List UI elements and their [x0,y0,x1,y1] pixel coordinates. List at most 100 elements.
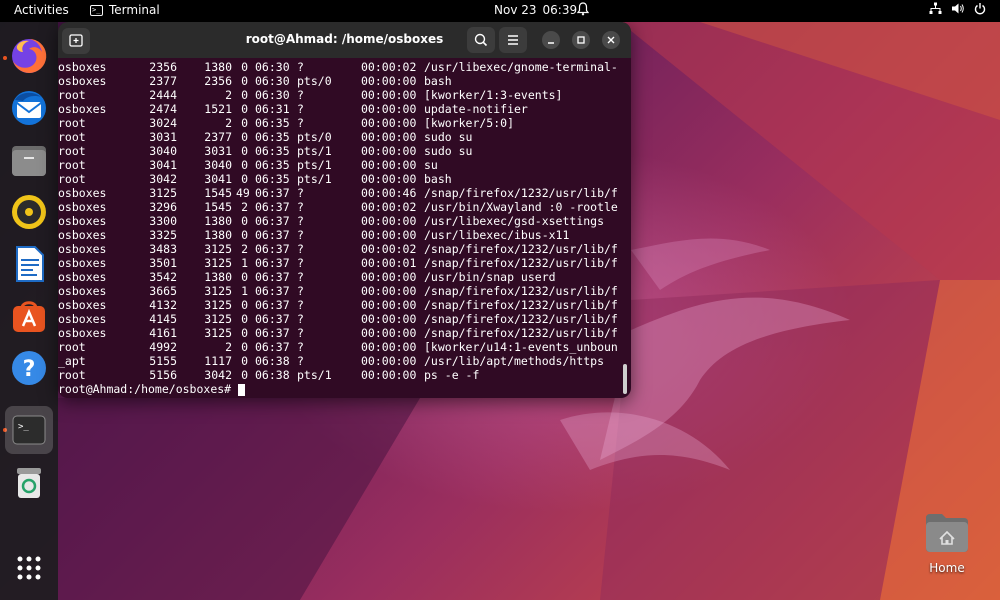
process-row: root 3031 2377 0 06:35 pts/0 00:00:00 sudo su [58,130,631,144]
app-menu-button[interactable]: >_ Terminal [90,3,160,17]
row-ppid: 3031 [204,144,232,158]
dock-software[interactable] [9,296,49,336]
home-folder-icon [926,514,968,552]
row-uid: _apt [58,354,86,368]
row-stime: 06:30 [255,88,290,102]
row-cpu: 0 [241,158,248,172]
row-cpu: 2 [241,200,248,214]
prompt-line[interactable]: root@Ahmad:/home/osboxes# [58,382,631,396]
search-icon [474,33,488,47]
terminal-titlebar[interactable]: root@Ahmad: /home/osboxes [58,22,631,58]
process-row: osboxes 3125 1545 49 06:37? 00:00:46/snap/fir… [58,186,631,200]
row-stime: 06:30 [255,74,290,88]
dock-firefox[interactable] [9,36,49,76]
row-cpu: 0 [241,354,248,368]
row-ppid: 1380 [204,60,232,74]
process-row: _apt 5155 1117 0 06:38? 00:00:00/usr/lib/apt/… [58,354,631,368]
row-stime: 06:37 [255,340,290,354]
dock-thunderbird[interactable] [9,88,49,128]
dock-trash[interactable] [9,462,49,502]
row-tty: ? [297,256,304,270]
row-time: 00:00:00 [361,144,417,158]
dock-help[interactable]: ? [9,348,49,388]
row-tty: pts/0 [297,130,332,144]
terminal-output[interactable]: osboxes 2356 1380 0 06:30? 00:00:02/usr/libex… [58,58,631,398]
row-ppid: 1545 [204,186,232,200]
row-time: 00:00:00 [361,214,417,228]
clock-button[interactable]: Nov 23 06:39 [494,3,577,17]
row-pid: 3042 [149,172,177,186]
scrollbar[interactable] [623,364,627,394]
row-cpu: 0 [241,214,248,228]
row-ppid: 2356 [204,74,232,88]
process-row: root 2444 2 0 06:30? 00:00:00 [kworker/1:3-eve… [58,88,631,102]
row-ppid: 3125 [204,326,232,340]
process-row: osboxes 2356 1380 0 06:30? 00:00:02/usr/libex… [58,60,631,74]
maximize-button[interactable] [572,31,590,49]
row-stime: 06:37 [255,228,290,242]
dock-writer[interactable] [9,244,49,284]
row-cpu: 0 [241,340,248,354]
row-pid: 3300 [149,214,177,228]
close-button[interactable] [602,31,620,49]
process-row: root 5156 3042 0 06:38 pts/1 00:00:00 ps -e -f [58,368,631,382]
row-cmd: /snap/firefox/1232/usr/lib/f [424,242,618,256]
dock-files[interactable] [9,140,49,180]
process-row: osboxes 3483 3125 2 06:37? 00:00:02/snap/fire… [58,242,631,256]
row-pid: 3041 [149,158,177,172]
row-cmd: /usr/libexec/gnome-terminal- [424,60,618,74]
row-pid: 3031 [149,130,177,144]
row-tty: pts/0 [297,74,332,88]
row-cpu: 0 [241,298,248,312]
row-time: 00:00:00 [361,228,417,242]
row-uid: osboxes [58,60,107,74]
terminal-window[interactable]: root@Ahmad: /home/osboxes osboxes 2356 138… [58,22,631,398]
hamburger-menu-button[interactable] [499,27,527,53]
row-cpu: 0 [241,88,248,102]
row-uid: osboxes [58,270,107,284]
terminal-mini-icon: >_ [90,4,103,16]
row-pid: 5156 [149,368,177,382]
process-row: osboxes 4145 3125 0 06:37? 00:00:00/snap/fire… [58,312,631,326]
row-pid: 3040 [149,144,177,158]
desktop-home-label[interactable]: Home [912,561,982,575]
dock: ? >_ [0,22,58,600]
row-ppid: 2377 [204,130,232,144]
row-ppid: 3125 [204,298,232,312]
row-ppid: 1117 [204,354,232,368]
dock-show-apps[interactable] [9,548,49,588]
row-cpu: 0 [241,74,248,88]
row-time: 00:00:00 [361,298,417,312]
row-cpu: 0 [241,312,248,326]
row-time: 00:00:02 [361,200,417,214]
desktop-home-folder[interactable] [924,512,970,554]
text-cursor [238,383,246,396]
row-stime: 06:35 [255,158,290,172]
row-time: 00:00:02 [361,242,417,256]
row-stime: 06:37 [255,270,290,284]
row-tty: ? [297,186,304,200]
activities-button[interactable]: Activities [14,3,69,17]
row-stime: 06:37 [255,186,290,200]
row-time: 00:00:00 [361,312,417,326]
minimize-button[interactable] [542,31,560,49]
process-row: root 3042 3041 0 06:35 pts/1 00:00:00 bash [58,172,631,186]
row-time: 00:00:02 [361,60,417,74]
notification-bell-icon[interactable] [576,2,590,19]
row-uid: osboxes [58,74,107,88]
dock-rhythmbox[interactable] [9,192,49,232]
show-apps-icon [17,556,41,580]
dock-terminal[interactable]: >_ [5,406,53,454]
row-time: 00:00:00 [361,270,417,284]
row-tty: pts/1 [297,158,332,172]
search-button[interactable] [467,27,495,53]
row-time: 00:00:00 [361,116,417,130]
system-tray[interactable] [929,2,986,18]
row-stime: 06:35 [255,116,290,130]
row-cpu: 0 [241,102,248,116]
row-pid: 3325 [149,228,177,242]
row-tty: ? [297,60,304,74]
trash-icon [17,468,41,498]
process-row: osboxes 2377 2356 0 06:30 pts/0 00:00:00 bash [58,74,631,88]
row-cpu: 0 [241,60,248,74]
